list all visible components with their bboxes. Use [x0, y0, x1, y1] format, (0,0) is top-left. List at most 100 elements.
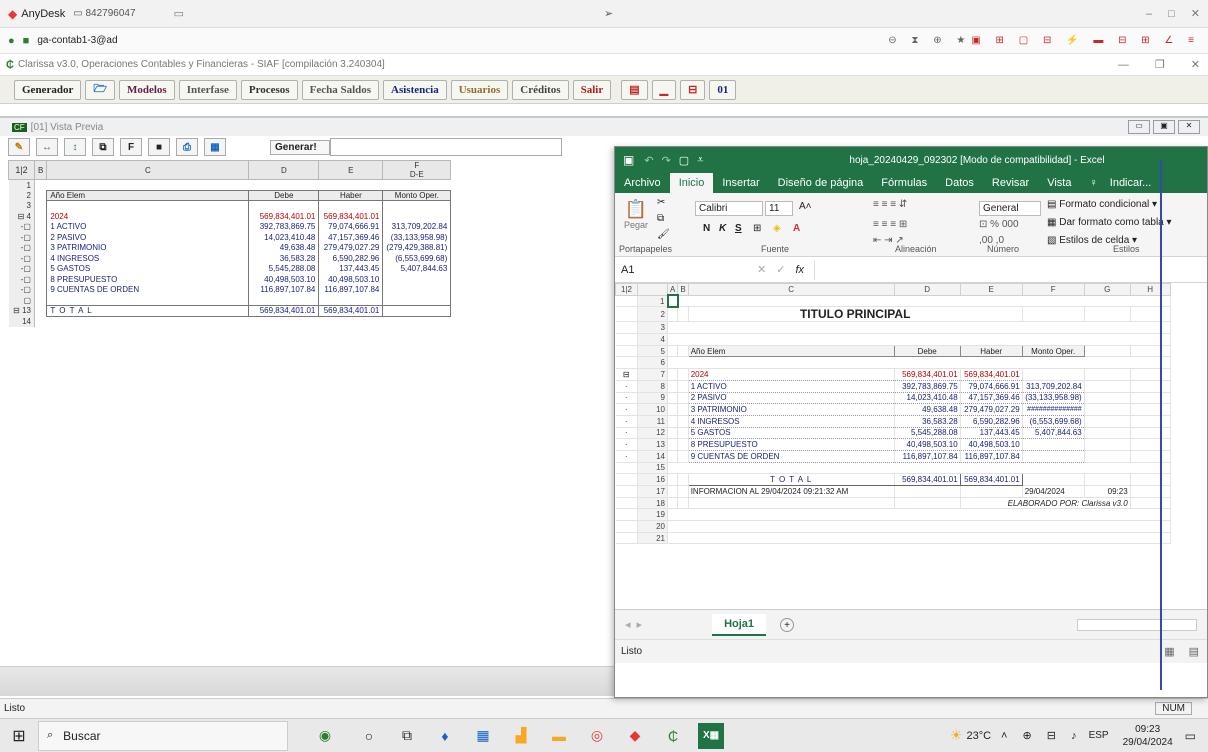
- name-box[interactable]: A1: [621, 264, 737, 276]
- preview-icon[interactable]: ⎙: [176, 138, 198, 156]
- calculator-icon[interactable]: ▦: [470, 723, 496, 749]
- tell-me-search[interactable]: ♀ Indicar...: [1080, 177, 1169, 189]
- expand-vertical-icon[interactable]: ↕: [64, 138, 86, 156]
- paste-button[interactable]: 📋 Pegar: [621, 199, 651, 230]
- clarissa-taskbar-icon[interactable]: ₵: [660, 723, 686, 749]
- conditional-format-button[interactable]: ▤ Formato condicional ▾: [1047, 199, 1157, 210]
- save-icon[interactable]: ▣: [623, 153, 634, 167]
- generar-button[interactable]: Generar!: [270, 139, 330, 155]
- menu-modelos[interactable]: Modelos: [118, 79, 175, 100]
- tray-icons[interactable]: ˄ ⊕ ⊟ ♪: [1001, 729, 1083, 742]
- font-color-icon[interactable]: A: [793, 223, 800, 234]
- clarissa-restore-button[interactable]: ❐: [1147, 58, 1173, 71]
- tab-insertar[interactable]: Insertar: [713, 177, 768, 189]
- sheet-tab-hoja1[interactable]: Hoja1: [712, 613, 767, 636]
- new-tab-icon[interactable]: ▭: [174, 7, 184, 20]
- xl-col-e[interactable]: E: [959, 283, 1023, 296]
- expand-horizontal-icon[interactable]: ↔: [36, 138, 58, 156]
- xl-col-b[interactable]: B: [677, 283, 689, 296]
- save-icon[interactable]: ■: [148, 138, 170, 156]
- qat-more-icon[interactable]: ⩡: [697, 154, 703, 167]
- taskbar-widget-icon[interactable]: ◉: [312, 723, 338, 749]
- outline-level-buttons[interactable]: 1|2: [8, 160, 35, 180]
- generar-input[interactable]: [330, 138, 562, 156]
- tab-inicio[interactable]: Inicio: [669, 173, 714, 193]
- taskbar-search[interactable]: ⌕ Buscar: [38, 720, 288, 751]
- xl-col-c[interactable]: C: [687, 283, 895, 296]
- clarissa-minimize-button[interactable]: —: [1110, 59, 1137, 71]
- vp-close-button[interactable]: ✕: [1178, 120, 1200, 134]
- fill-color-icon[interactable]: ◈: [773, 223, 781, 234]
- add-sheet-icon[interactable]: +: [780, 617, 795, 632]
- font-name-select[interactable]: Calibri: [695, 201, 763, 216]
- tab-vista[interactable]: Vista: [1038, 177, 1080, 189]
- file-explorer-icon[interactable]: ▬: [546, 723, 572, 749]
- grid-icon[interactable]: ▦: [204, 138, 226, 156]
- menu-salir[interactable]: Salir: [572, 79, 612, 100]
- weather-temp[interactable]: 23°C: [966, 730, 991, 742]
- currency-percent-icons[interactable]: ⊡ % 000: [979, 219, 1019, 230]
- new-doc-icon[interactable]: ▢: [679, 154, 689, 167]
- xl-col-h[interactable]: H: [1129, 283, 1171, 296]
- menu-generador[interactable]: Generador: [14, 79, 82, 100]
- tab-archivo[interactable]: Archivo: [615, 177, 670, 189]
- h-scrollbar[interactable]: [1077, 618, 1197, 631]
- xl-corner[interactable]: [637, 283, 668, 296]
- sheet-nav-next-icon[interactable]: ▸: [637, 618, 643, 631]
- sheet-nav-prev-icon[interactable]: ◂: [625, 618, 631, 631]
- toolbar-icons[interactable]: ⊖ ⧗ ⊕ ★: [888, 35, 971, 46]
- excel-taskbar-icon[interactable]: X▦: [698, 722, 724, 749]
- tab-revisar[interactable]: Revisar: [983, 177, 1038, 189]
- xl-outline-collapse[interactable]: ⊟: [615, 368, 638, 381]
- cortana-icon[interactable]: ○: [356, 723, 382, 749]
- excel-grid[interactable]: 1|2 A B C D E F G H 1 2 TITULO PRINCIPAL …: [615, 283, 1207, 609]
- copy-icon[interactable]: ⧉: [92, 138, 114, 156]
- vp-minimize-button[interactable]: ▭: [1128, 120, 1150, 134]
- align-icons-2[interactable]: ≡ ≡ ≡ ⊞: [873, 219, 907, 230]
- xl-outline-levels[interactable]: 1|2: [615, 283, 638, 296]
- clarissa-close-button[interactable]: ✕: [1183, 58, 1208, 71]
- vp-maximize-button[interactable]: ▣: [1153, 120, 1175, 134]
- insert-function-icon[interactable]: fx: [795, 264, 804, 276]
- format-as-table-button[interactable]: ▦ Dar formato como tabla ▾: [1047, 217, 1172, 228]
- edit-pencil-icon[interactable]: ✎: [8, 138, 30, 156]
- window-badge[interactable]: 01: [709, 79, 737, 100]
- menu-interfase[interactable]: Interfase: [178, 79, 237, 100]
- tab-datos[interactable]: Datos: [936, 177, 983, 189]
- clock[interactable]: 09:23 29/04/2024: [1123, 723, 1173, 749]
- window-tile-icon[interactable]: ⊟: [680, 79, 706, 100]
- cancel-icon[interactable]: ✕: [757, 263, 766, 276]
- page-layout-icon[interactable]: ▤: [1189, 645, 1199, 658]
- menu-usuarios[interactable]: Usuarios: [450, 79, 509, 100]
- xl-col-a[interactable]: A: [666, 283, 679, 296]
- tab-diseno[interactable]: Diseño de página: [769, 177, 873, 189]
- selected-cell-a1[interactable]: [666, 294, 679, 308]
- session-tab[interactable]: ▭ 842796047: [73, 8, 135, 19]
- task-view-icon[interactable]: ⧉: [394, 723, 420, 749]
- font-button[interactable]: F: [120, 138, 142, 156]
- number-format-select[interactable]: General: [979, 201, 1041, 216]
- outline-collapse-toggle[interactable]: ⊟ 4: [8, 211, 35, 222]
- redo-icon[interactable]: ↷: [662, 154, 671, 167]
- language-indicator[interactable]: ESP: [1089, 730, 1109, 741]
- app-icon-2[interactable]: ▟: [508, 723, 534, 749]
- formula-input[interactable]: [814, 259, 1207, 280]
- maximize-button[interactable]: □: [1160, 8, 1183, 20]
- outline-collapse-toggle[interactable]: ⊟ 13: [8, 305, 35, 316]
- normal-view-icon[interactable]: ▦: [1164, 645, 1174, 658]
- xl-col-g[interactable]: G: [1083, 283, 1131, 296]
- enter-icon[interactable]: ✓: [776, 263, 785, 276]
- cut-icon[interactable]: ✂: [657, 197, 665, 208]
- start-button[interactable]: ⊞: [6, 723, 32, 749]
- action-icons[interactable]: ▣ ⊞ ▢ ⊟ ⚡ ▬ ⊟ ⊞ ∠ ≡: [971, 35, 1200, 46]
- chrome-icon[interactable]: ◎: [584, 723, 610, 749]
- font-size-select[interactable]: 11: [765, 201, 793, 216]
- minimize-button[interactable]: –: [1138, 8, 1160, 20]
- anydesk-taskbar-icon[interactable]: ◆: [622, 723, 648, 749]
- window-min-icon[interactable]: ▁: [651, 79, 677, 100]
- copy-icon[interactable]: ⧉: [657, 213, 664, 224]
- borders-icon[interactable]: ⊞: [753, 223, 761, 234]
- open-folder-icon[interactable]: 🗁: [85, 79, 115, 100]
- window-stack-icon[interactable]: ▤: [621, 79, 648, 100]
- app-icon-1[interactable]: ♦: [432, 723, 458, 749]
